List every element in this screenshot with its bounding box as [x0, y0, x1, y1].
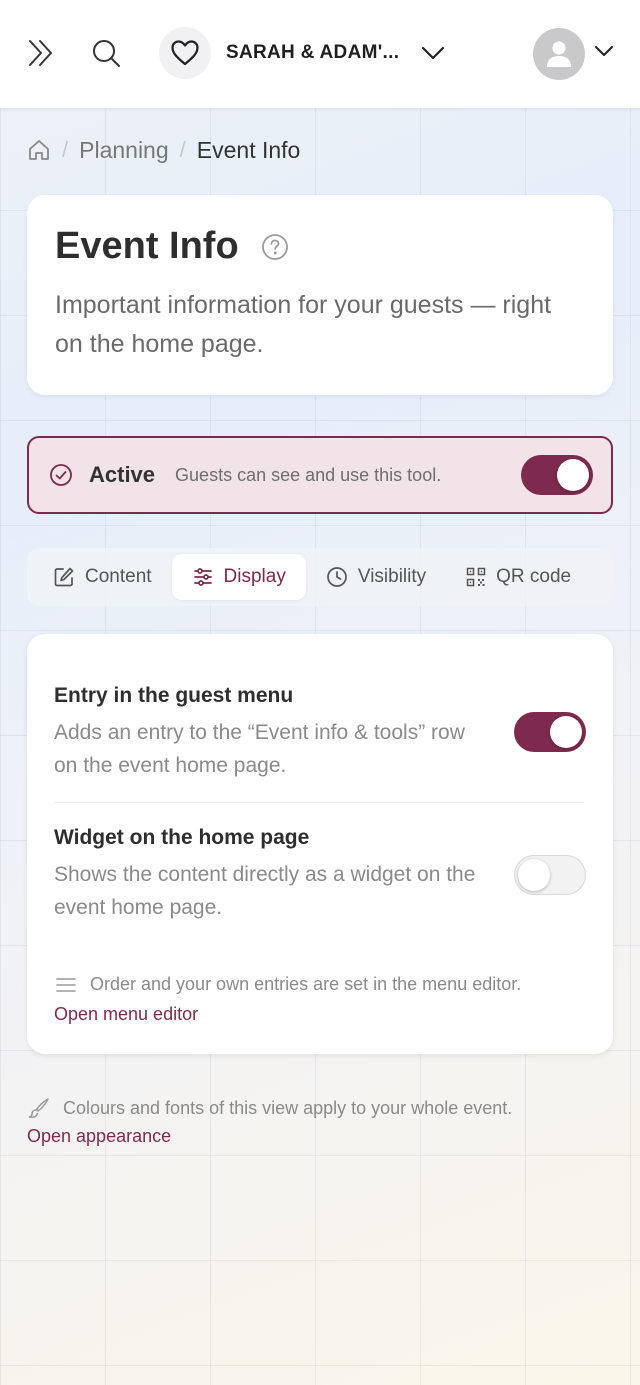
- appearance-note-text: Colours and fonts of this view apply to …: [63, 1097, 513, 1118]
- appearance-note: Colours and fonts of this view apply to …: [27, 1096, 512, 1120]
- tab-content[interactable]: Content: [33, 554, 172, 600]
- open-appearance-link[interactable]: Open appearance: [27, 1126, 171, 1147]
- chevron-down-icon: [421, 46, 445, 60]
- toggle-knob: [557, 459, 589, 491]
- event-name: SARAH & ADAM'...: [226, 42, 400, 63]
- setting-home-widget: Widget on the home page Shows the conten…: [54, 826, 584, 924]
- tab-bar: Content Display Visibility QR code: [27, 548, 613, 606]
- status-description: Guests can see and use this tool.: [175, 464, 442, 485]
- tab-label: QR code: [496, 566, 572, 587]
- user-avatar-icon[interactable]: [533, 28, 585, 80]
- heart-icon: [159, 27, 211, 79]
- setting-description: Adds an entry to the “Event info & tools…: [54, 721, 465, 777]
- search-icon[interactable]: [89, 36, 123, 70]
- tool-status-card: Active Guests can see and use this tool.: [27, 436, 613, 514]
- home-widget-toggle[interactable]: [514, 855, 586, 895]
- chevrons-right-icon[interactable]: [24, 36, 58, 70]
- breadcrumb-planning[interactable]: Planning: [79, 137, 169, 164]
- help-icon[interactable]: [261, 233, 289, 261]
- account-chevron-down-icon[interactable]: [594, 44, 614, 62]
- check-circle-icon: [49, 463, 73, 487]
- tab-display[interactable]: Display: [171, 554, 306, 600]
- tab-qr-code[interactable]: QR code: [446, 554, 591, 600]
- breadcrumb-separator: /: [62, 137, 69, 162]
- open-menu-editor-link[interactable]: Open menu editor: [54, 1004, 198, 1025]
- edit-icon: [53, 566, 75, 588]
- divider: [54, 802, 584, 803]
- tool-active-toggle[interactable]: [521, 455, 593, 495]
- clock-icon: [326, 566, 348, 588]
- page-subtitle: Important information for your guests — …: [55, 291, 552, 358]
- menu-lines-icon: [54, 976, 78, 994]
- tab-label: Display: [223, 566, 286, 587]
- top-bar: SARAH & ADAM'...: [0, 0, 640, 108]
- breadcrumb: / Planning / Event Info: [27, 134, 300, 166]
- guest-menu-toggle[interactable]: [514, 712, 586, 752]
- tab-label: Content: [85, 566, 152, 587]
- tab-label: Visibility: [357, 566, 427, 587]
- toggle-knob: [550, 716, 582, 748]
- setting-title: Entry in the guest menu: [54, 684, 294, 707]
- menu-note-text: Order and your own entries are set in th…: [90, 974, 522, 994]
- status-label: Active: [89, 462, 156, 487]
- sliders-icon: [192, 566, 214, 588]
- qr-code-icon: [466, 567, 486, 587]
- setting-guest-menu: Entry in the guest menu Adds an entry to…: [54, 684, 584, 782]
- home-icon[interactable]: [27, 138, 51, 162]
- setting-description: Shows the content directly as a widget o…: [54, 863, 476, 919]
- tab-visibility[interactable]: Visibility: [306, 554, 446, 600]
- event-switcher[interactable]: SARAH & ADAM'...: [159, 27, 445, 79]
- page-header-card: Event Info Important information for you…: [27, 195, 613, 395]
- menu-editor-note: Order and your own entries are set in th…: [54, 974, 521, 995]
- breadcrumb-separator: /: [179, 137, 186, 162]
- toggle-knob: [518, 859, 550, 891]
- breadcrumb-current: Event Info: [196, 136, 301, 163]
- brush-icon: [27, 1096, 51, 1120]
- page-title: Event Info: [55, 225, 239, 267]
- setting-title: Widget on the home page: [54, 826, 310, 849]
- display-settings-card: Entry in the guest menu Adds an entry to…: [27, 634, 613, 1054]
